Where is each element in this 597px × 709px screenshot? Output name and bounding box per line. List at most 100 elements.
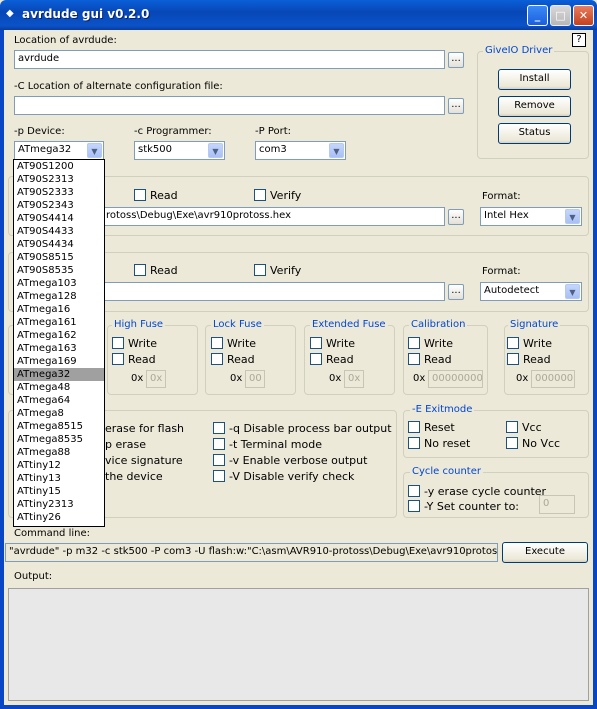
- signature-write-checkbox[interactable]: [507, 337, 519, 349]
- option-left-1: p erase: [105, 438, 147, 451]
- extended-fuse-write-checkbox[interactable]: [310, 337, 322, 349]
- flash-browse-button[interactable]: ...: [448, 209, 464, 225]
- install-button[interactable]: Install: [498, 69, 571, 90]
- programmer-label: -c Programmer:: [134, 126, 212, 137]
- chevron-down-icon[interactable]: ▼: [329, 143, 344, 158]
- terminal-checkbox[interactable]: [213, 438, 225, 450]
- command-line-input[interactable]: "avrdude" -p m32 -c stk500 -P com3 -U fl…: [5, 543, 498, 562]
- help-button[interactable]: ?: [572, 33, 586, 47]
- device-option[interactable]: ATmega16: [14, 303, 104, 316]
- high-fuse-write-label: Write: [128, 337, 158, 350]
- disable-verify-checkbox[interactable]: [213, 470, 225, 482]
- high-fuse-write-checkbox[interactable]: [112, 337, 124, 349]
- exitmode-group: [403, 410, 589, 458]
- noreset-checkbox[interactable]: [408, 437, 420, 449]
- device-label: -p Device:: [14, 126, 65, 137]
- lock-fuse-write-checkbox[interactable]: [211, 337, 223, 349]
- minimize-button[interactable]: _: [527, 5, 548, 26]
- window-title: avrdude gui v0.2.0: [22, 7, 150, 21]
- output-area[interactable]: [8, 588, 589, 701]
- device-select[interactable]: ATmega32 ▼: [14, 141, 104, 160]
- output-label: Output:: [14, 571, 53, 582]
- device-option[interactable]: AT90S1200: [14, 160, 104, 173]
- chevron-down-icon[interactable]: ▼: [208, 143, 223, 158]
- device-option[interactable]: AT90S8535: [14, 264, 104, 277]
- device-option[interactable]: ATmega128: [14, 290, 104, 303]
- device-option[interactable]: ATtiny2313: [14, 498, 104, 511]
- chevron-down-icon[interactable]: ▼: [87, 143, 102, 158]
- close-button[interactable]: ✕: [573, 5, 594, 26]
- device-option[interactable]: AT90S4433: [14, 225, 104, 238]
- port-value: com3: [259, 144, 287, 155]
- calibration-read-checkbox[interactable]: [408, 353, 420, 365]
- erase-cycle-label: -y erase cycle counter: [424, 485, 547, 498]
- chevron-down-icon[interactable]: ▼: [565, 209, 580, 224]
- quiet-checkbox[interactable]: [213, 422, 225, 434]
- device-option[interactable]: AT90S2343: [14, 199, 104, 212]
- flash-verify-label: Verify: [270, 189, 302, 202]
- device-option[interactable]: ATmega8535: [14, 433, 104, 446]
- avrdude-browse-button[interactable]: ...: [448, 52, 464, 68]
- device-option[interactable]: ATmega103: [14, 277, 104, 290]
- device-option[interactable]: ATmega88: [14, 446, 104, 459]
- calibration-write-checkbox[interactable]: [408, 337, 420, 349]
- device-option[interactable]: AT90S4434: [14, 238, 104, 251]
- window-frame-left: [0, 30, 4, 709]
- set-counter-checkbox[interactable]: [408, 500, 420, 512]
- device-option[interactable]: ATtiny12: [14, 459, 104, 472]
- device-option[interactable]: ATmega8: [14, 407, 104, 420]
- device-option[interactable]: ATmega8515: [14, 420, 104, 433]
- eeprom-format-select[interactable]: Autodetect ▼: [480, 282, 582, 301]
- signature-read-checkbox[interactable]: [507, 353, 519, 365]
- programmer-select[interactable]: stk500 ▼: [134, 141, 225, 160]
- device-option[interactable]: AT90S2333: [14, 186, 104, 199]
- device-option[interactable]: AT90S2313: [14, 173, 104, 186]
- device-option[interactable]: ATmega162: [14, 329, 104, 342]
- config-location-input[interactable]: [14, 96, 445, 115]
- eeprom-verify-checkbox[interactable]: [254, 264, 266, 276]
- maximize-button[interactable]: □: [550, 5, 571, 26]
- high-fuse-value: 0x: [146, 370, 166, 388]
- extended-fuse-read-checkbox[interactable]: [310, 353, 322, 365]
- remove-button[interactable]: Remove: [498, 96, 571, 117]
- option-left-0: erase for flash: [105, 422, 185, 435]
- avrdude-location-input[interactable]: avrdude: [14, 50, 445, 69]
- device-option[interactable]: ATtiny13: [14, 472, 104, 485]
- device-option[interactable]: ATmega48: [14, 381, 104, 394]
- novcc-checkbox[interactable]: [506, 437, 518, 449]
- eeprom-read-checkbox[interactable]: [134, 264, 146, 276]
- device-dropdown-list[interactable]: AT90S1200 AT90S2313 AT90S2333 AT90S2343 AT90…: [13, 159, 105, 527]
- status-button[interactable]: Status: [498, 123, 571, 144]
- execute-button[interactable]: Execute: [502, 542, 588, 563]
- lock-fuse-read-checkbox[interactable]: [211, 353, 223, 365]
- verbose-checkbox[interactable]: [213, 454, 225, 466]
- calibration-read-label: Read: [424, 353, 452, 366]
- flash-read-checkbox[interactable]: [134, 189, 146, 201]
- config-browse-button[interactable]: ...: [448, 98, 464, 114]
- device-option[interactable]: ATtiny15: [14, 485, 104, 498]
- flash-format-select[interactable]: Intel Hex ▼: [480, 207, 582, 226]
- novcc-label: No Vcc: [522, 437, 561, 450]
- device-option[interactable]: AT90S8515: [14, 251, 104, 264]
- flash-verify-checkbox[interactable]: [254, 189, 266, 201]
- chevron-down-icon[interactable]: ▼: [565, 284, 580, 299]
- device-option[interactable]: ATmega64: [14, 394, 104, 407]
- lock-fuse-value: 00: [245, 370, 265, 388]
- flash-format-label: Format:: [482, 191, 521, 202]
- device-option[interactable]: AT90S4414: [14, 212, 104, 225]
- device-option[interactable]: ATmega163: [14, 342, 104, 355]
- port-select[interactable]: com3 ▼: [255, 141, 346, 160]
- erase-cycle-checkbox[interactable]: [408, 485, 420, 497]
- reset-checkbox[interactable]: [408, 421, 420, 433]
- set-counter-input[interactable]: 0: [539, 495, 575, 514]
- lock-fuse-title: Lock Fuse: [211, 319, 264, 330]
- device-option[interactable]: ATmega161: [14, 316, 104, 329]
- vcc-checkbox[interactable]: [506, 421, 518, 433]
- high-fuse-read-checkbox[interactable]: [112, 353, 124, 365]
- eeprom-browse-button[interactable]: ...: [448, 284, 464, 300]
- device-option[interactable]: ATmega169: [14, 355, 104, 368]
- flash-format-value: Intel Hex: [484, 210, 529, 221]
- port-label: -P Port:: [255, 126, 292, 137]
- device-option[interactable]: ATtiny26: [14, 511, 104, 524]
- device-option[interactable]: ATmega32: [14, 368, 104, 381]
